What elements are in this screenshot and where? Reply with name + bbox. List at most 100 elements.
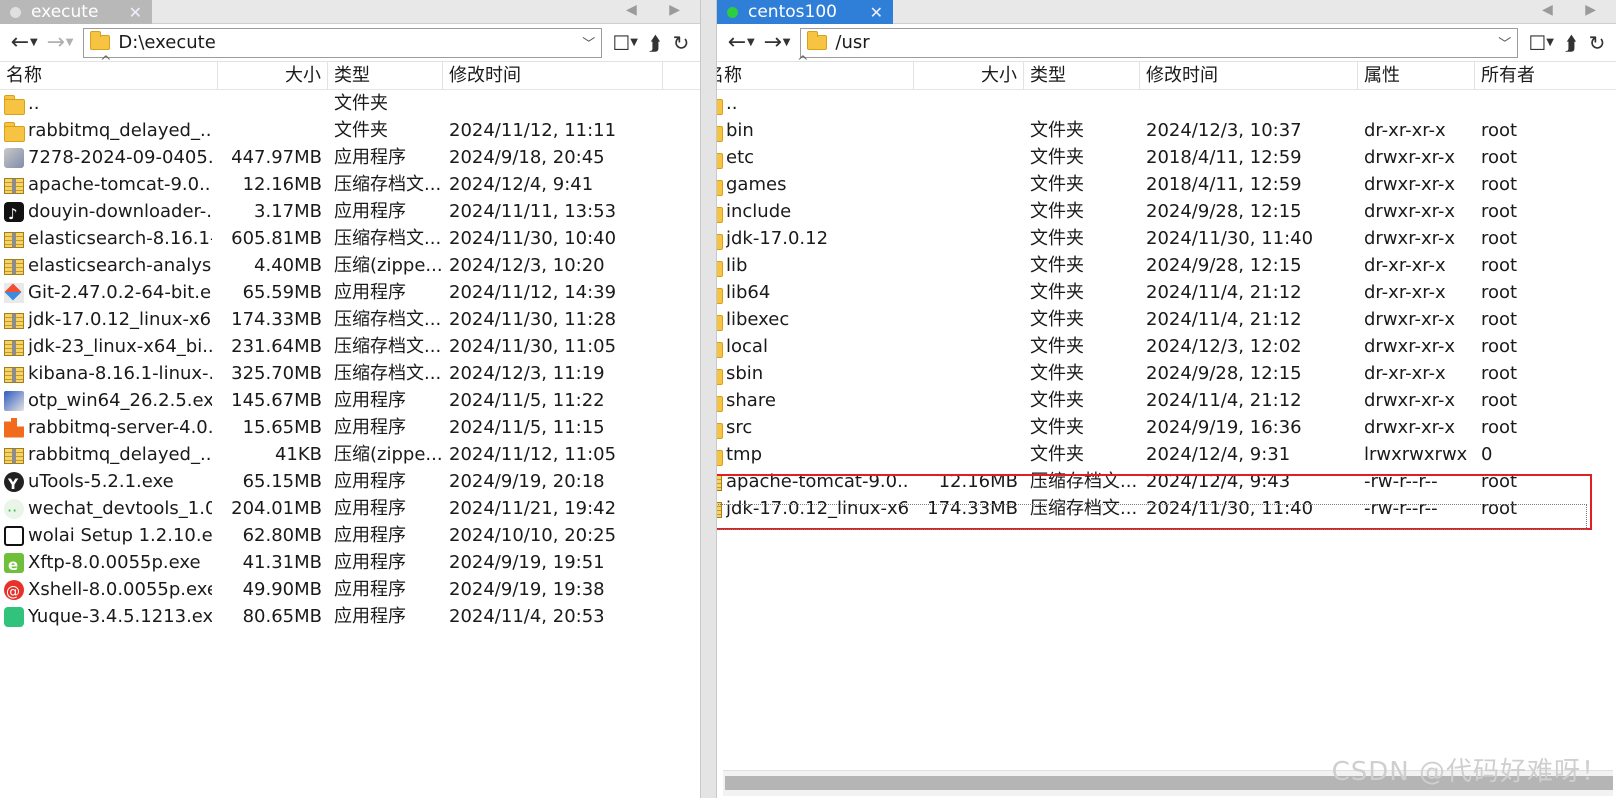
column-size[interactable]: 大小: [218, 62, 328, 90]
file-row[interactable]: rabbitmq_delayed_... 41KB 压缩(zippe... 2024/…: [0, 441, 700, 468]
column-modified[interactable]: 修改时间: [443, 62, 663, 90]
file-row[interactable]: jdk-17.0.12 文件夹 2024/11/30, 11:40 drwxr-xr-…: [717, 225, 1616, 252]
file-row[interactable]: 7278-2024-09-0405... 447.97MB 应用程序 2024/9/1…: [0, 144, 700, 171]
column-type[interactable]: 类型: [328, 62, 443, 90]
cell-modified: 2024/9/19, 19:38: [449, 579, 605, 600]
cell-type: 文件夹: [334, 120, 388, 141]
file-row[interactable]: jdk-23_linux-x64_bi... 231.64MB 压缩存档文... 20…: [0, 333, 700, 360]
close-icon[interactable]: ✕: [870, 3, 883, 22]
chevron-down-icon[interactable]: ▼: [783, 37, 791, 48]
cell-type: 应用程序: [334, 147, 406, 168]
file-row[interactable]: Xftp-8.0.0055p.exe 41.31MB 应用程序 2024/9/19, …: [0, 549, 700, 576]
cell-attr: drwxr-xr-x: [1364, 147, 1455, 168]
file-row[interactable]: wechat_devtools_1.0... 204.01MB 应用程序 2024/1…: [0, 495, 700, 522]
file-row[interactable]: .. 文件夹: [0, 90, 700, 117]
close-icon[interactable]: ✕: [129, 3, 142, 22]
cell-name: apache-tomcat-9.0....: [717, 468, 914, 495]
file-row[interactable]: rabbitmq-server-4.0.... 15.65MB 应用程序 2024/1…: [0, 414, 700, 441]
file-row[interactable]: share 文件夹 2024/11/4, 21:12 drwxr-xr-x root: [717, 387, 1616, 414]
cell-name: jdk-23_linux-x64_bi...: [0, 333, 218, 360]
chevron-down-icon[interactable]: ▼: [1546, 37, 1554, 48]
file-row[interactable]: local 文件夹 2024/12/3, 12:02 drwxr-xr-x root: [717, 333, 1616, 360]
file-row[interactable]: rabbitmq_delayed_... 文件夹 2024/11/12, 11:11: [0, 117, 700, 144]
chevron-down-icon[interactable]: ▼: [66, 37, 74, 48]
file-row[interactable]: jdk-17.0.12_linux-x6... 174.33MB 压缩存档文... 2…: [717, 495, 1616, 522]
address-bar[interactable]: D:\execute ﹀: [83, 27, 603, 58]
parent-folder-icon[interactable]: ⮭: [1558, 29, 1584, 57]
file-row[interactable]: otp_win64_26.2.5.exe 145.67MB 应用程序 2024/11/…: [0, 387, 700, 414]
file-row[interactable]: include 文件夹 2024/9/28, 12:15 drwxr-xr-x root: [717, 198, 1616, 225]
file-row[interactable]: lib 文件夹 2024/9/28, 12:15 dr-xr-xr-x root: [717, 252, 1616, 279]
file-row[interactable]: apache-tomcat-9.0.... 12.16MB 压缩存档文... 2024…: [717, 468, 1616, 495]
archive-icon: [4, 447, 24, 464]
tab-execute[interactable]: execute ✕: [0, 0, 152, 24]
file-name: games: [726, 174, 787, 195]
file-name: uTools-5.2.1.exe: [28, 471, 174, 492]
tab-scroll-arrows[interactable]: ◀ ▶: [626, 2, 694, 18]
file-row[interactable]: kibana-8.16.1-linux-... 325.70MB 压缩存档文... 2…: [0, 360, 700, 387]
cell-owner: root: [1481, 255, 1518, 276]
file-row[interactable]: libexec 文件夹 2024/11/4, 21:12 drwxr-xr-x root: [717, 306, 1616, 333]
file-row[interactable]: douyin-downloader-... 3.17MB 应用程序 2024/11/1…: [0, 198, 700, 225]
tab-scroll-arrows[interactable]: ◀ ▶: [1542, 2, 1610, 18]
chevron-down-icon[interactable]: ▼: [747, 37, 755, 48]
git-icon: [4, 282, 24, 303]
file-row[interactable]: bin 文件夹 2024/12/3, 10:37 dr-xr-xr-x root: [717, 117, 1616, 144]
chevron-down-icon[interactable]: ﹀: [1498, 33, 1511, 52]
path-input[interactable]: /usr: [835, 32, 1498, 53]
cell-type: 压缩(zippe...: [334, 444, 443, 465]
cell-type: 文件夹: [1030, 444, 1084, 465]
cell-modified: 2024/11/30, 11:05: [449, 336, 617, 357]
file-row[interactable]: Xshell-8.0.0055p.exe 49.90MB 应用程序 2024/9/19…: [0, 576, 700, 603]
file-row[interactable]: games 文件夹 2018/4/11, 12:59 drwxr-xr-x root: [717, 171, 1616, 198]
cell-name: kibana-8.16.1-linux-...: [0, 360, 218, 387]
cell-type: 文件夹: [334, 93, 388, 114]
file-row[interactable]: tmp 文件夹 2024/12/4, 9:31 lrwxrwxrwx 0: [717, 441, 1616, 468]
cell-attr: dr-xr-xr-x: [1364, 120, 1446, 141]
column-size[interactable]: 大小: [914, 62, 1024, 90]
remote-toolbar: ← ▼ → ▼ /usr ﹀ ☐ ▼ ⮭ ↻: [717, 24, 1616, 62]
file-row[interactable]: elasticsearch-8.16.1-... 605.81MB 压缩存档文...…: [0, 225, 700, 252]
file-row[interactable]: jdk-17.0.12_linux-x6... 174.33MB 压缩存档文... 2…: [0, 306, 700, 333]
folder-icon: [4, 121, 25, 142]
file-row[interactable]: Git-2.47.0.2-64-bit.e... 65.59MB 应用程序 2024/…: [0, 279, 700, 306]
file-row[interactable]: src 文件夹 2024/9/19, 16:36 drwxr-xr-x root: [717, 414, 1616, 441]
column-type[interactable]: 类型: [1024, 62, 1140, 90]
refresh-icon[interactable]: ↻: [1584, 29, 1610, 57]
file-name: apache-tomcat-9.0....: [726, 471, 908, 492]
file-row[interactable]: sbin 文件夹 2024/9/28, 12:15 dr-xr-xr-x root: [717, 360, 1616, 387]
tiktok-icon: [4, 201, 24, 225]
column-attributes[interactable]: 属性: [1358, 62, 1475, 90]
cell-size: 325.70MB: [231, 363, 322, 384]
cell-size: [914, 279, 1024, 306]
cell-name: rabbitmq-server-4.0....: [0, 414, 218, 441]
cell-type: 文件夹: [1030, 174, 1084, 195]
file-row[interactable]: apache-tomcat-9.0.... 12.16MB 压缩存档文... 2024…: [0, 171, 700, 198]
cell-modified: [443, 90, 663, 117]
file-row[interactable]: etc 文件夹 2018/4/11, 12:59 drwxr-xr-x root: [717, 144, 1616, 171]
column-name[interactable]: 名称: [717, 62, 914, 90]
file-row[interactable]: ..: [717, 90, 1616, 117]
archive-icon: [4, 339, 24, 356]
file-row[interactable]: uTools-5.2.1.exe 65.15MB 应用程序 2024/9/19, 20…: [0, 468, 700, 495]
chevron-down-icon[interactable]: ▼: [630, 37, 638, 48]
file-row[interactable]: wolai Setup 1.2.10.exe 62.80MB 应用程序 2024/10…: [0, 522, 700, 549]
chevron-down-icon[interactable]: ﹀: [582, 33, 595, 52]
file-row[interactable]: Yuque-3.4.5.1213.exe 80.65MB 应用程序 2024/11/4…: [0, 603, 700, 630]
column-owner[interactable]: 所有者: [1475, 62, 1616, 90]
parent-folder-icon[interactable]: ⮭: [642, 29, 668, 57]
path-input[interactable]: D:\execute: [118, 32, 582, 53]
chevron-down-icon[interactable]: ▼: [30, 37, 38, 48]
refresh-icon[interactable]: ↻: [668, 29, 694, 57]
pane-splitter[interactable]: [700, 0, 717, 798]
cell-name: ..: [717, 90, 914, 117]
tab-centos100[interactable]: centos100 ✕: [717, 0, 893, 24]
file-row[interactable]: elasticsearch-analysi... 4.40MB 压缩(zippe..…: [0, 252, 700, 279]
cell-attr: [1358, 90, 1475, 117]
address-bar[interactable]: /usr ﹀: [800, 27, 1519, 58]
cell-modified: 2024/11/4, 21:12: [1146, 282, 1302, 303]
file-row[interactable]: lib64 文件夹 2024/11/4, 21:12 dr-xr-xr-x root: [717, 279, 1616, 306]
column-modified[interactable]: 修改时间: [1140, 62, 1358, 90]
cell-modified: 2024/12/4, 9:31: [1146, 444, 1291, 465]
cell-size: 605.81MB: [231, 228, 322, 249]
